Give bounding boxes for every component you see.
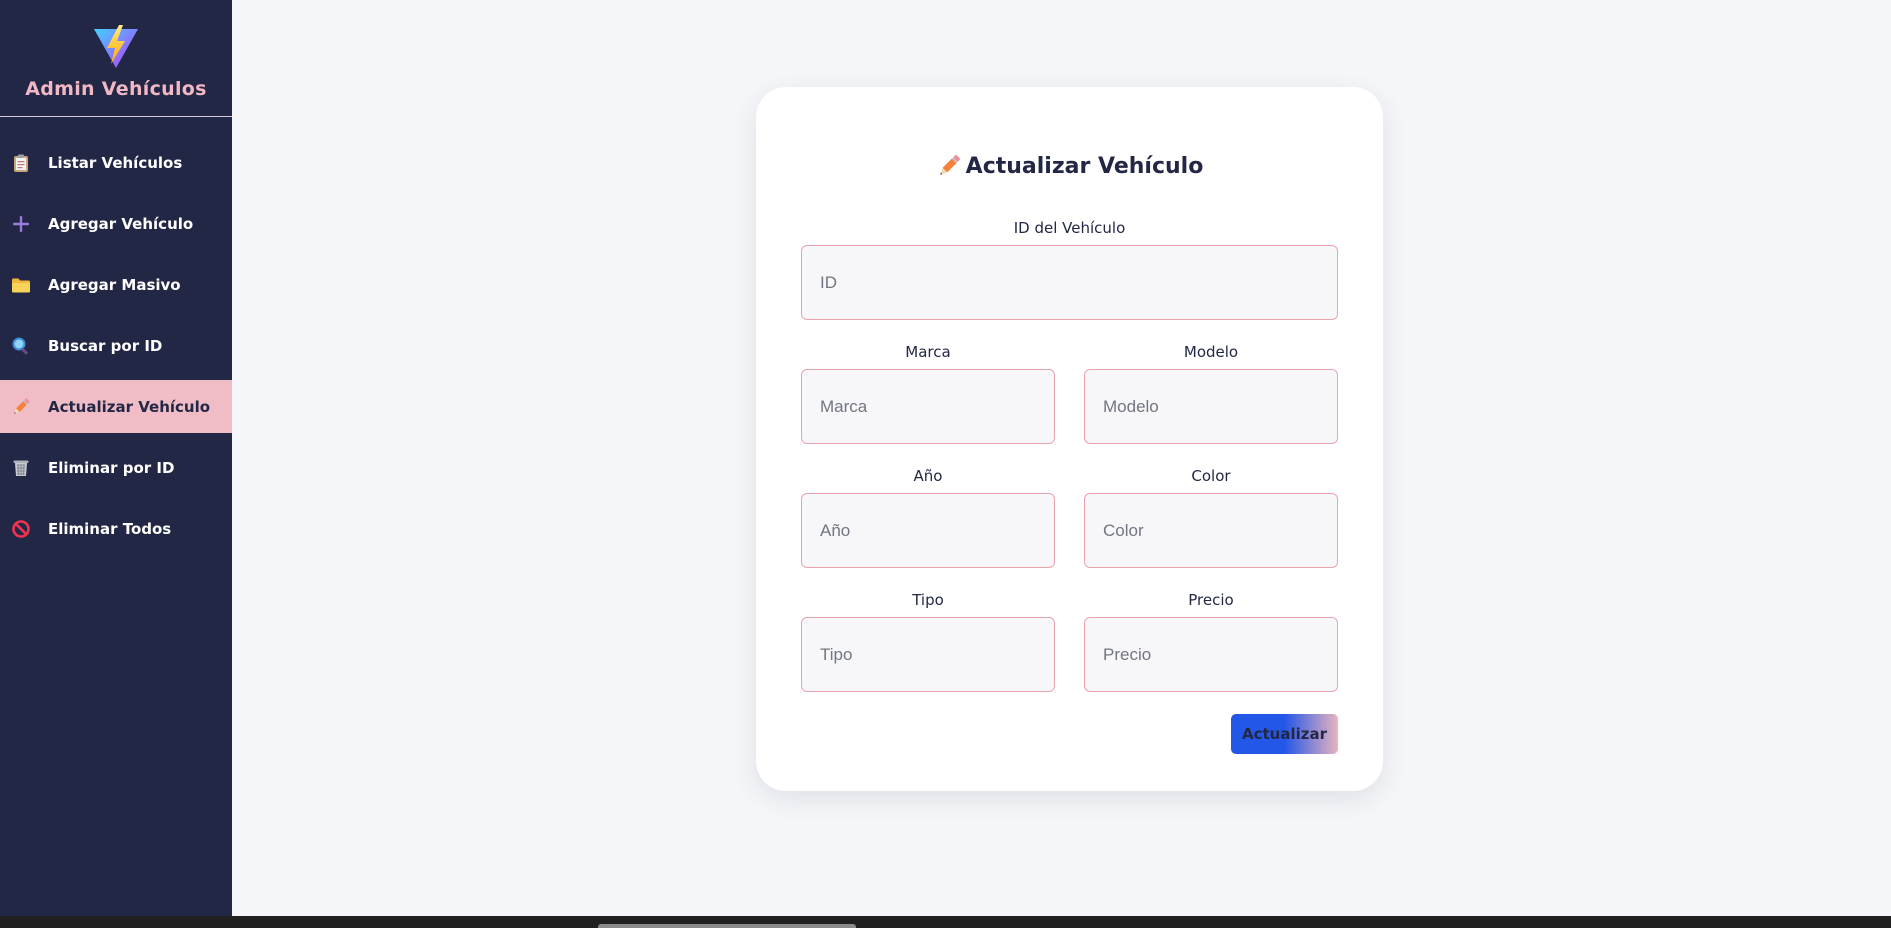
tipo-field[interactable] xyxy=(801,617,1055,692)
sidebar-item-agregar-masivo[interactable]: Agregar Masivo xyxy=(0,258,232,311)
color-field[interactable] xyxy=(1084,493,1338,568)
sidebar-item-actualizar-vehiculo[interactable]: Actualizar Vehículo xyxy=(0,380,232,433)
actualizar-button[interactable]: Actualizar xyxy=(1231,714,1338,754)
plus-icon xyxy=(11,214,31,234)
sidebar-nav: Listar Vehículos Agregar Vehículo Agrega… xyxy=(0,136,232,555)
prohibited-icon xyxy=(11,519,31,539)
clipboard-icon xyxy=(11,153,31,173)
tipo-label: Tipo xyxy=(912,591,944,609)
precio-label: Precio xyxy=(1188,591,1234,609)
vite-logo-icon xyxy=(92,24,140,72)
wastebasket-icon xyxy=(11,458,31,478)
brand: Admin Vehículos xyxy=(0,0,232,117)
page-title-text: Actualizar Vehículo xyxy=(965,153,1204,179)
marca-field[interactable] xyxy=(801,369,1055,444)
sidebar-item-eliminar-por-id[interactable]: Eliminar por ID xyxy=(0,441,232,494)
taskbar-handle xyxy=(598,924,856,928)
sidebar-item-agregar-vehiculo[interactable]: Agregar Vehículo xyxy=(0,197,232,250)
magnifier-icon xyxy=(11,336,31,356)
folder-icon xyxy=(11,275,31,295)
sidebar-item-buscar-por-id[interactable]: Buscar por ID xyxy=(0,319,232,372)
anio-field[interactable] xyxy=(801,493,1055,568)
sidebar-item-label: Eliminar por ID xyxy=(48,458,175,477)
modelo-field[interactable] xyxy=(1084,369,1338,444)
pencil-icon xyxy=(936,153,962,179)
sidebar-item-label: Eliminar Todos xyxy=(48,519,172,538)
pencil-icon xyxy=(11,397,31,417)
sidebar-item-label: Buscar por ID xyxy=(48,336,163,355)
color-label: Color xyxy=(1191,467,1231,485)
brand-title: Admin Vehículos xyxy=(25,78,207,100)
id-label: ID del Vehículo xyxy=(1013,219,1126,237)
sidebar-item-eliminar-todos[interactable]: Eliminar Todos xyxy=(0,502,232,555)
sidebar-item-listar-vehiculos[interactable]: Listar Vehículos xyxy=(0,136,232,189)
sidebar-item-label: Agregar Vehículo xyxy=(48,214,194,233)
update-vehicle-card: Actualizar Vehículo ID del Vehículo Marc… xyxy=(756,87,1383,791)
sidebar-item-label: Listar Vehículos xyxy=(48,153,183,172)
sidebar-item-label: Agregar Masivo xyxy=(48,275,181,294)
id-field[interactable] xyxy=(801,245,1338,320)
sidebar-item-label: Actualizar Vehículo xyxy=(48,397,211,416)
page-title: Actualizar Vehículo xyxy=(756,153,1383,179)
sidebar: Admin Vehículos Listar Vehículos Agregar… xyxy=(0,0,232,916)
precio-field[interactable] xyxy=(1084,617,1338,692)
taskbar xyxy=(0,916,1891,928)
marca-label: Marca xyxy=(905,343,951,361)
anio-label: Año xyxy=(913,467,943,485)
modelo-label: Modelo xyxy=(1183,343,1239,361)
